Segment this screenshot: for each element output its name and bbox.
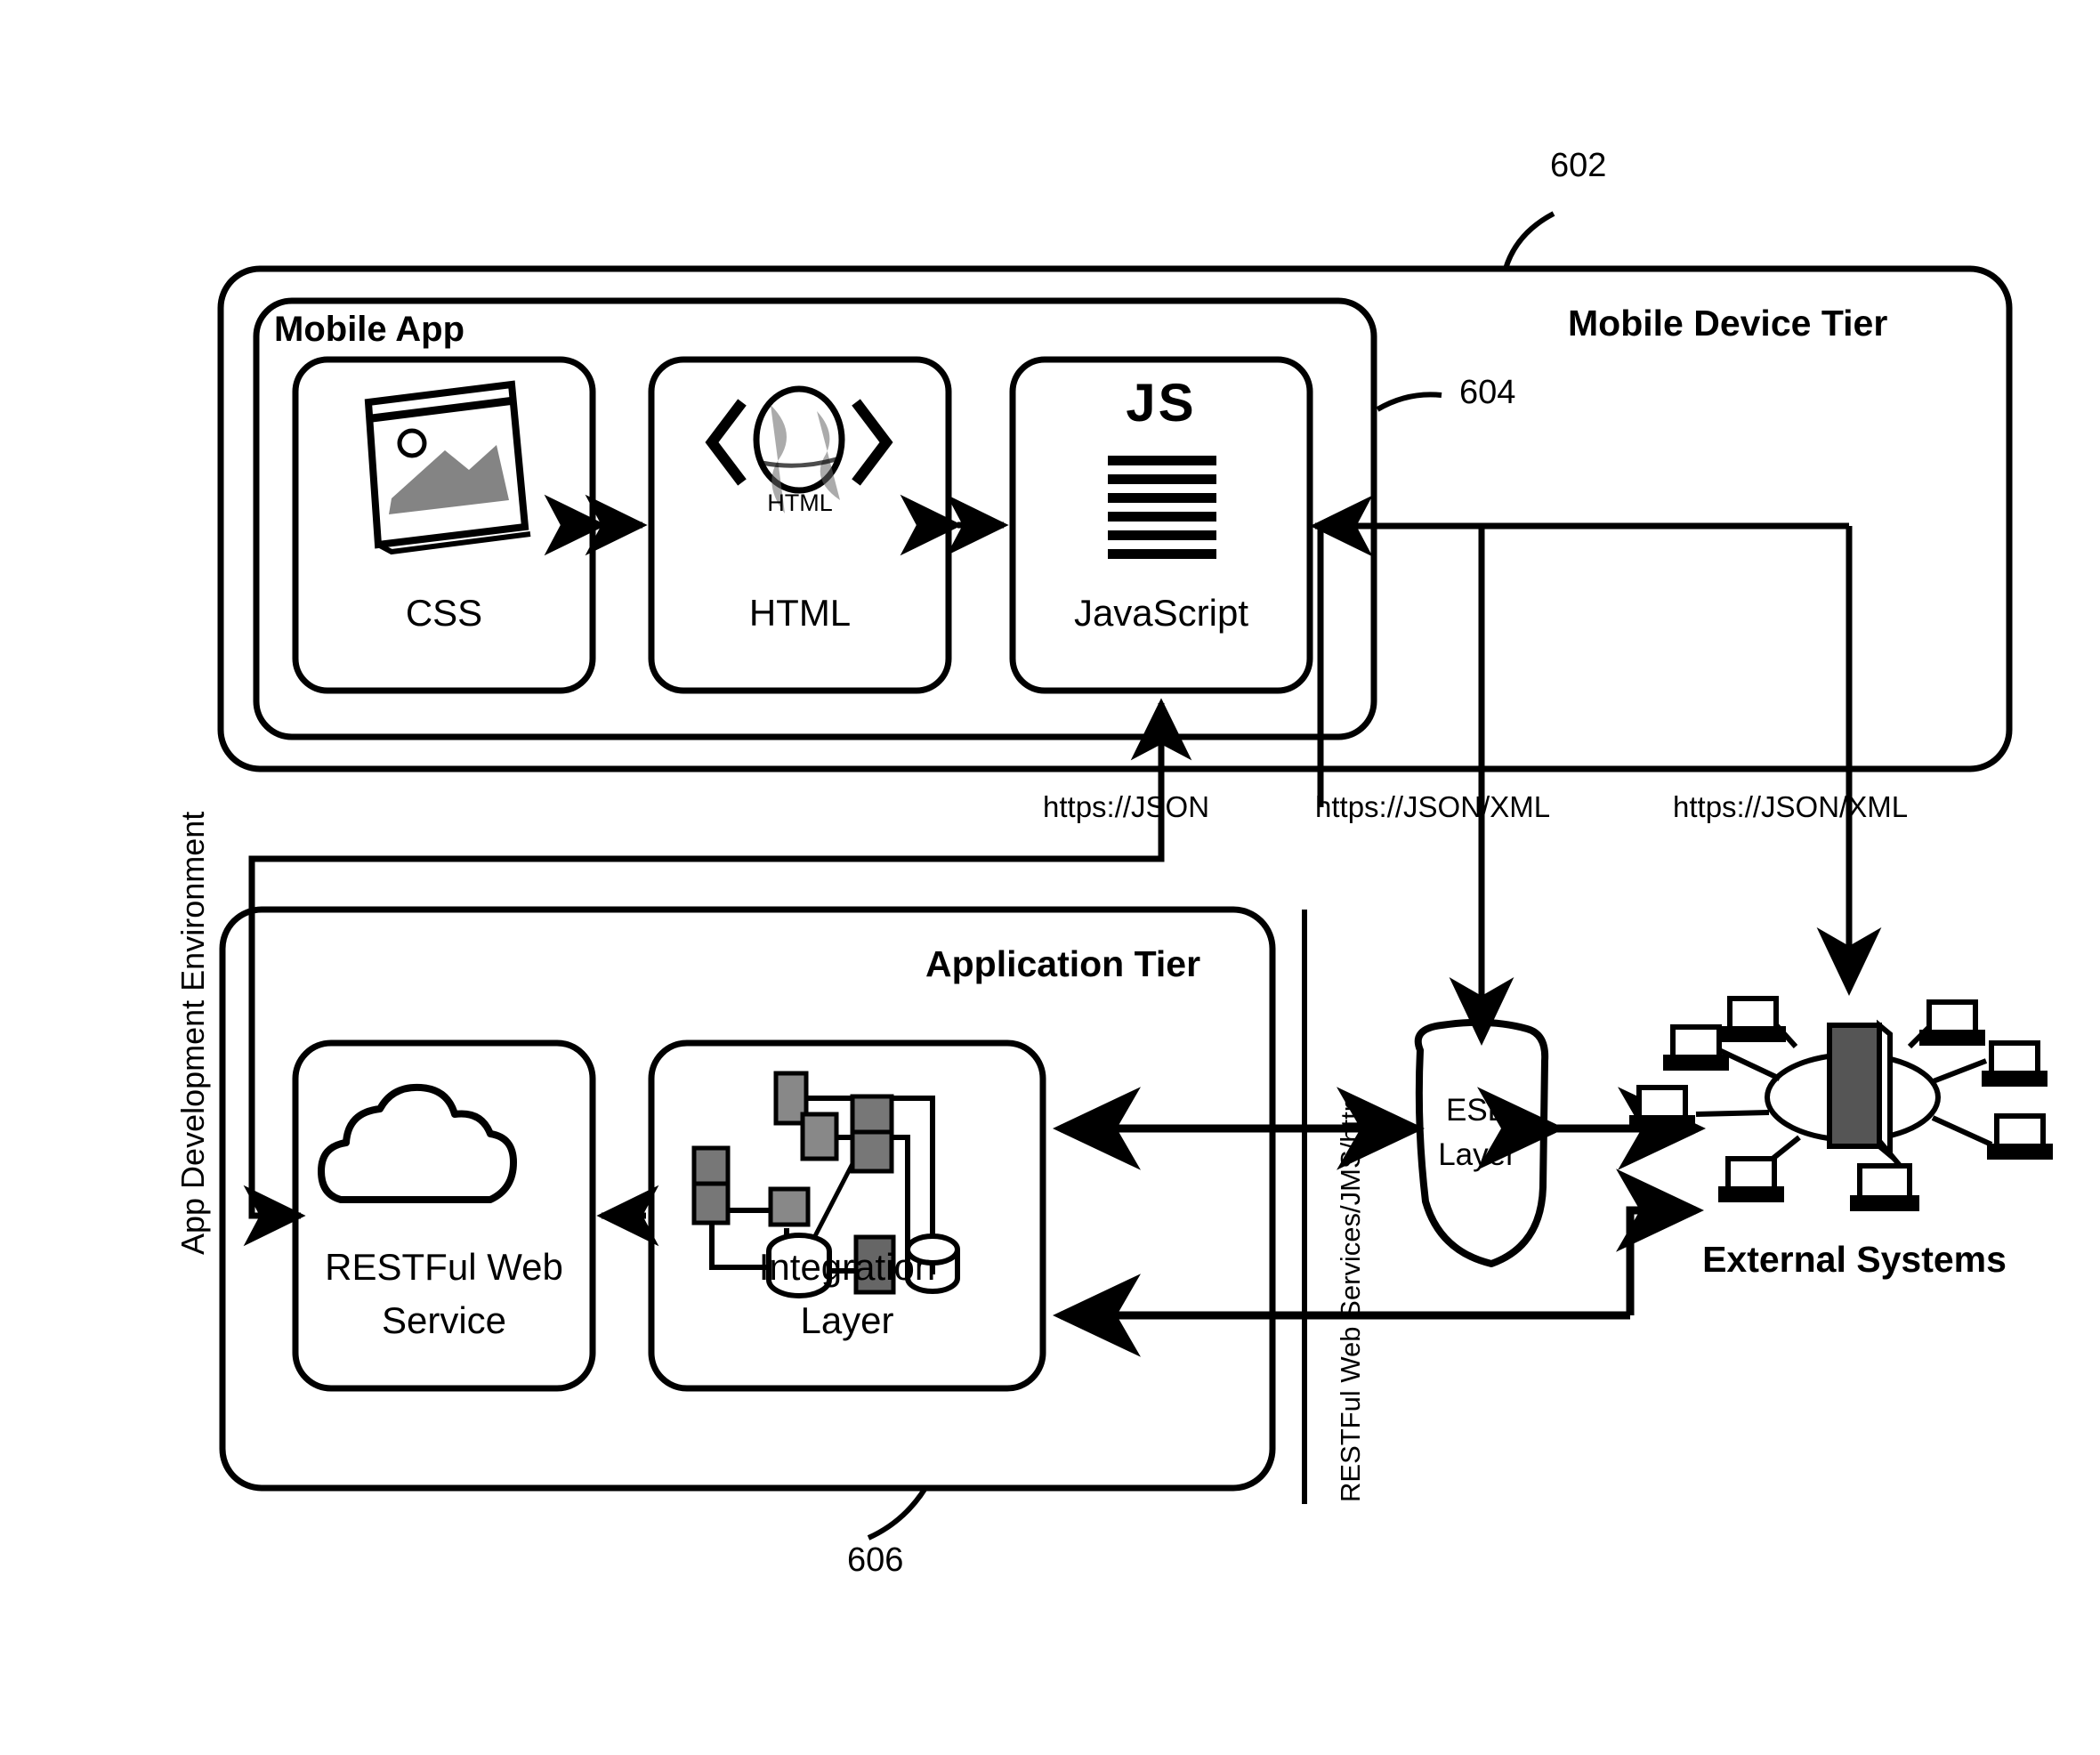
cloud-icon (318, 1083, 517, 1203)
path-json-to-javascript (248, 698, 1192, 874)
restful-web-service-label-line2: Service (381, 1299, 507, 1341)
mobile-app-title: Mobile App (274, 310, 465, 349)
restful-web-services-channel-label: RESTFul Web Services/JMS/http (1335, 1096, 1366, 1502)
diagram-vector-layer (217, 211, 2053, 1541)
protocol-label-json: https://JSON (1043, 790, 1210, 823)
reference-numeral-606: 606 (847, 1541, 904, 1579)
patent-figure-diagram: 602 604 606 Mobile Device Tier Mobile Ap… (0, 0, 2100, 1755)
restful-web-service-label-line1: RESTFul Web (325, 1246, 563, 1288)
js-icon-caption: JS (1126, 373, 1197, 433)
js-script-icon (1108, 456, 1216, 559)
network-computers-icon (1629, 996, 2053, 1211)
leader-602 (1503, 211, 1555, 270)
html-box-outline (648, 356, 952, 694)
js-code-lines (1108, 456, 1216, 559)
reference-numeral-604: 604 (1459, 374, 1516, 411)
javascript-box-label: JavaScript (1073, 592, 1249, 634)
html-box-label: HTML (748, 592, 852, 634)
integration-layer-label-line1: Integration (758, 1246, 936, 1288)
esb-label-line1: ESB (1445, 1093, 1509, 1128)
leader-604 (1376, 392, 1442, 412)
application-tier-title: Application Tier (925, 943, 1201, 984)
mobile-device-tier-title: Mobile Device Tier (1568, 303, 1888, 344)
esb-label-line2: Layer (1438, 1137, 1516, 1172)
protocol-label-jsonxml-1: https://JSON/XML (1315, 790, 1551, 823)
html-icon-caption: HTML (767, 489, 833, 516)
reference-numeral-602: 602 (1550, 147, 1607, 184)
app-development-environment-label: App Development Environment (174, 811, 211, 1255)
integration-layer-label-line2: Layer (800, 1299, 894, 1341)
leader-606 (867, 1486, 928, 1541)
protocol-label-jsonxml-2: https://JSON/XML (1673, 790, 1909, 823)
css-box-label: CSS (405, 592, 483, 634)
external-systems-label: External Systems (1702, 1239, 2007, 1280)
css-image-icon (364, 380, 531, 555)
